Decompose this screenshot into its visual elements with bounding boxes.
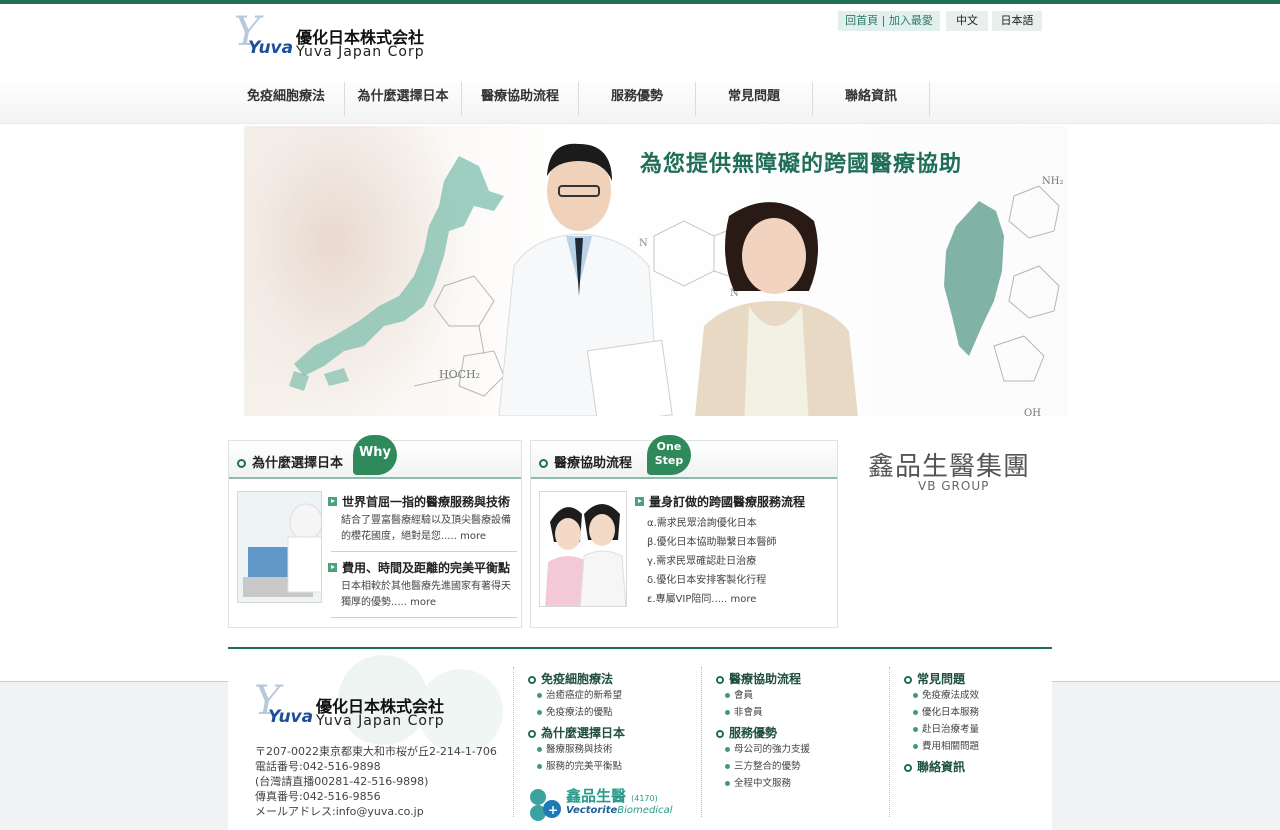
footer-link-chinese-service[interactable]: 全程中文服務 xyxy=(716,775,881,792)
flow-step-beta: β.優化日本協助聯繫日本醫師 xyxy=(647,537,777,548)
footer-head-why-japan[interactable]: 為什麼選擇日本 xyxy=(528,724,693,741)
banner-headline: 為您提供無障礙的跨國醫療協助 xyxy=(640,151,963,177)
flow-more-link[interactable]: more xyxy=(731,594,757,605)
logo-yuva-text: Yuva xyxy=(268,707,314,727)
lang-japanese-button[interactable]: 日本語 xyxy=(992,11,1042,31)
footer-column-3: 常見問題 免疫療法成效 優化日本服務 赴日治療考量 費用相關問題 聯絡資訊 xyxy=(889,667,1049,817)
add-favorite-link[interactable]: 加入最愛 xyxy=(889,14,933,27)
item-divider xyxy=(331,617,517,618)
nav-item-service-advantages[interactable]: 服務優勢 xyxy=(579,82,696,116)
footer-link-perfect-balance[interactable]: 服務的完美平衡點 xyxy=(528,758,693,775)
hero-banner: HOCH₂ H N N NH₂ OH 為您提供無障礙的跨國醫療協助 xyxy=(244,126,1068,416)
taiwan-phone-line: (台灣請直播00281-42-516-9898) xyxy=(255,775,429,788)
svg-text:+: + xyxy=(548,803,558,817)
vectorite-biomedical-logo[interactable]: + 鑫品生醫 (4170) VectoriteBiomedical xyxy=(528,787,688,823)
why-item-1-heading[interactable]: 世界首屈一指的醫療服務與技術 xyxy=(328,493,510,510)
company-name-en: Yuva Japan Corp xyxy=(296,44,425,60)
footer-link-cancer-hope[interactable]: 治癒癌症的新希望 xyxy=(528,687,693,704)
vb-group-name-cn: 鑫品生醫集團 xyxy=(868,452,1031,482)
footer-link-considerations[interactable]: 赴日治療考量 xyxy=(904,721,1049,738)
footer-link-efficacy[interactable]: 免疫療法成效 xyxy=(904,687,1049,704)
why-item-2-desc: 日本相較於其他醫療先進國家有著得天 獨厚的優勢..... more xyxy=(341,581,511,608)
medical-flow-box: 醫療協助流程 One Step 量身訂做的跨國醫療服務流程 α.需求民眾洽詢優化… xyxy=(530,435,838,628)
why-item-1-desc: 結合了豐富醫療經驗以及頂尖醫療設備 的櫻花國度，絕對是您..... more xyxy=(341,515,511,542)
nurses-thumbnail-image xyxy=(539,491,627,607)
nav-item-why-japan[interactable]: 為什麼選擇日本 xyxy=(345,82,462,116)
footer-logo[interactable]: Y Yuva 優化日本株式会社 Yuva Japan Corp xyxy=(254,681,474,731)
flow-step-gamma: γ.需求民眾確認赴日治療 xyxy=(647,556,757,567)
site-footer: Y Yuva 優化日本株式会社 Yuva Japan Corp 〒207-002… xyxy=(228,647,1052,830)
lang-chinese-button[interactable]: 中文 xyxy=(946,11,988,31)
top-links-group: 回首頁 | 加入最愛 xyxy=(838,11,940,31)
vectorite-stock-code: (4170) xyxy=(631,794,658,803)
flow-step-alpha: α.需求民眾洽詢優化日本 xyxy=(647,518,757,529)
medical-flow-title[interactable]: 醫療協助流程 xyxy=(539,452,632,471)
why-japan-box: 為什麼選擇日本 Why 世界首屈一指的醫療服務與技術 結合了豐富醫療經驗以及頂尖… xyxy=(228,435,522,628)
patient-figure-image xyxy=(695,202,858,416)
ring-bullet-icon xyxy=(237,459,246,468)
footer-link-parent-support[interactable]: 母公司的強力支援 xyxy=(716,741,881,758)
why-item-1-more-link[interactable]: more xyxy=(460,531,486,542)
footer-link-immunotherapy-benefits[interactable]: 免疫療法的優點 xyxy=(528,704,693,721)
footer-link-yuva-service[interactable]: 優化日本服務 xyxy=(904,704,1049,721)
doctor-figure-image xyxy=(498,143,673,416)
fax-line: 傳真番号:042-516-9856 xyxy=(255,790,381,803)
phone-line: 電話番号:042-516-9898 xyxy=(255,760,381,773)
ring-bullet-icon xyxy=(539,459,548,468)
nav-item-contact[interactable]: 聯絡資訊 xyxy=(813,82,930,116)
footer-head-contact[interactable]: 聯絡資訊 xyxy=(904,758,1049,775)
flow-step-epsilon: ε.專屬VIP陪同..... more xyxy=(647,594,757,605)
vectorite-logo-icon: + xyxy=(530,789,561,821)
vectorite-name-en: Vectorite xyxy=(566,805,618,816)
vectorite-name-cn: 鑫品生醫 xyxy=(566,787,627,805)
why-item-2-more-link[interactable]: more xyxy=(410,597,436,608)
site-logo[interactable]: Y Yuva 優化日本株式会社 Yuva Japan Corp xyxy=(234,12,454,62)
footer-link-member[interactable]: 會員 xyxy=(716,687,881,704)
main-nav: 免疫細胞療法 為什麼選擇日本 醫療協助流程 服務優勢 常見問題 聯絡資訊 xyxy=(228,82,930,116)
flow-step-delta: δ.優化日本安排客製化行程 xyxy=(647,575,767,586)
vectorite-name-en-suffix: Biomedical xyxy=(617,805,673,816)
link-separator: | xyxy=(881,14,886,27)
lab-thumbnail-image xyxy=(237,491,322,603)
item-divider xyxy=(331,551,517,552)
flow-heading[interactable]: 量身訂做的跨國醫療服務流程 xyxy=(635,493,805,510)
arrow-square-icon xyxy=(328,497,337,506)
address-line: 〒207-0022東京都東大和市桜が丘2-214-1-706 xyxy=(255,745,497,758)
arrow-square-icon xyxy=(328,563,337,572)
footer-head-immunotherapy[interactable]: 免疫細胞療法 xyxy=(528,670,693,687)
footer-link-tripartite[interactable]: 三方整合的優勢 xyxy=(716,758,881,775)
one-step-badge-icon: One Step xyxy=(647,435,691,475)
footer-head-service-advantages[interactable]: 服務優勢 xyxy=(716,724,881,741)
home-link[interactable]: 回首頁 xyxy=(845,14,878,27)
footer-link-costs[interactable]: 費用相關問題 xyxy=(904,738,1049,755)
email-line[interactable]: メールアドレス:info@yuva.co.jp xyxy=(255,804,497,819)
vb-group-logo[interactable]: 鑫品生醫集團 VB GROUP xyxy=(868,446,1048,493)
nav-item-medical-process[interactable]: 醫療協助流程 xyxy=(462,82,579,116)
molecule-diagram-right: NH₂ OH xyxy=(993,176,1063,416)
company-address-block: 〒207-0022東京都東大和市桜が丘2-214-1-706 電話番号:042-… xyxy=(255,744,497,819)
footer-column-2: 醫療協助流程 會員 非會員 服務優勢 母公司的強力支援 三方整合的優勢 全程中文… xyxy=(701,667,881,817)
footer-link-medical-tech[interactable]: 醫療服務與技術 xyxy=(528,741,693,758)
top-accent-strip xyxy=(0,0,1280,4)
why-japan-title[interactable]: 為什麼選擇日本 xyxy=(237,452,343,471)
footer-head-faq[interactable]: 常見問題 xyxy=(904,670,1049,687)
why-badge-icon: Why xyxy=(353,435,397,475)
nav-item-faq[interactable]: 常見問題 xyxy=(696,82,813,116)
footer-head-medical-process[interactable]: 醫療協助流程 xyxy=(716,670,881,687)
arrow-square-icon xyxy=(635,497,644,506)
why-item-2-heading[interactable]: 費用、時間及距離的完美平衡點 xyxy=(328,559,510,576)
svg-text:NH₂: NH₂ xyxy=(1042,176,1063,187)
logo-yuva-text: Yuva xyxy=(248,38,294,58)
company-name-en: Yuva Japan Corp xyxy=(316,713,445,729)
svg-text:OH: OH xyxy=(1024,408,1041,416)
nav-item-immunotherapy[interactable]: 免疫細胞療法 xyxy=(228,82,345,116)
footer-link-non-member[interactable]: 非會員 xyxy=(716,704,881,721)
